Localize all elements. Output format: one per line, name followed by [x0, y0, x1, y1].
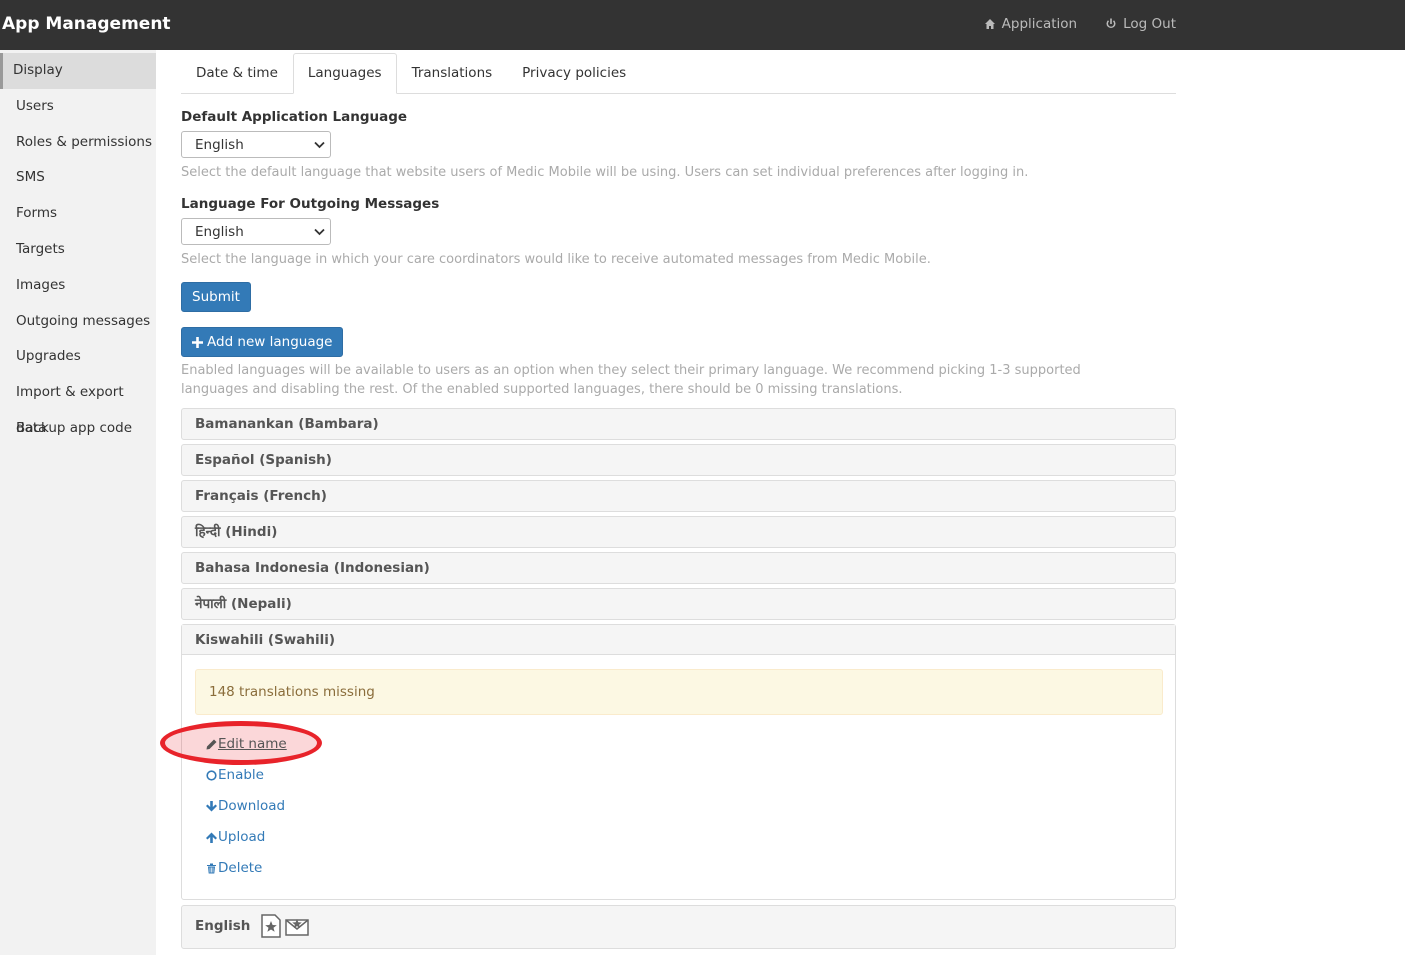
language-panel: नेपाली (Nepali): [181, 588, 1176, 620]
language-panel-header[interactable]: हिन्दी (Hindi): [182, 517, 1175, 547]
plus-icon: [192, 336, 203, 348]
language-panel-header[interactable]: Français (French): [182, 481, 1175, 511]
main-content: Date & time Languages Translations Priva…: [160, 50, 1176, 949]
default-language-help: Select the default language that website…: [181, 165, 1029, 180]
arrow-up-icon: [206, 832, 217, 843]
default-language-select[interactable]: English: [181, 131, 331, 158]
delete-label: Delete: [218, 860, 263, 876]
edit-name-link[interactable]: Edit name: [206, 736, 287, 752]
power-icon: [1106, 18, 1116, 29]
language-panel-english: English: [181, 905, 1176, 949]
sidebar-item-images[interactable]: Images: [0, 268, 156, 304]
submit-button-label: Submit: [192, 289, 240, 305]
download-label: Download: [218, 798, 286, 814]
delete-link[interactable]: Delete: [206, 860, 262, 876]
language-panel-header[interactable]: Bamanankan (Bambara): [182, 409, 1175, 439]
language-panel-swahili: Kiswahili (Swahili) 148 translations mis…: [160, 624, 1176, 900]
edit-name-label: Edit name: [218, 736, 287, 752]
sidebar: Display Users Roles & permissions SMS Fo…: [0, 50, 156, 955]
language-panel-header[interactable]: English: [182, 906, 1175, 948]
sidebar-item-backup-app-code[interactable]: Backup app code: [0, 411, 156, 447]
outgoing-language-help: Select the language in which your care c…: [181, 252, 931, 267]
enable-label: Enable: [218, 767, 264, 783]
default-language-value: English: [195, 136, 244, 153]
circle-icon: [206, 769, 217, 781]
home-icon: [984, 19, 995, 29]
upload-label: Upload: [218, 829, 266, 845]
sidebar-item-forms[interactable]: Forms: [0, 196, 156, 232]
sidebar-item-sms[interactable]: SMS: [0, 160, 156, 196]
languages-help: Enabled languages will be available to u…: [181, 363, 1081, 397]
application-link-label: Application: [1001, 16, 1078, 32]
sidebar-item-upgrades[interactable]: Upgrades: [0, 339, 156, 375]
language-panel-header[interactable]: Bahasa Indonesia (Indonesian): [182, 553, 1175, 583]
sidebar-item-import-export[interactable]: Import & export data: [0, 375, 156, 436]
sidebar-item-users[interactable]: Users: [0, 89, 156, 125]
language-panel-header[interactable]: Kiswahili (Swahili): [182, 625, 1175, 655]
sidebar-item-targets[interactable]: Targets: [0, 232, 156, 268]
add-language-button[interactable]: Add new language: [181, 327, 344, 357]
language-panel: Français (French): [181, 480, 1176, 512]
default-app-language-icon: [261, 914, 281, 938]
outgoing-language-value: English: [195, 223, 244, 240]
language-panel-header[interactable]: Español (Spanish): [182, 445, 1175, 475]
logout-link-label: Log Out: [1123, 16, 1176, 32]
language-panel: हिन्दी (Hindi): [181, 516, 1176, 548]
default-message-language-icon: [285, 919, 309, 936]
default-language-label: Default Application Language: [181, 109, 408, 125]
sidebar-item-display[interactable]: Display: [0, 53, 156, 89]
enable-link[interactable]: Enable: [206, 767, 264, 783]
language-panel-header[interactable]: नेपाली (Nepali): [182, 589, 1175, 619]
tab-translations[interactable]: Translations: [397, 53, 508, 94]
app-title: App Management: [2, 14, 171, 34]
trash-icon: [207, 863, 216, 873]
top-navbar: App Management Application Log Out: [0, 0, 1405, 50]
sidebar-item-roles-permissions[interactable]: Roles & permissions: [0, 125, 156, 161]
logout-link[interactable]: Log Out: [1105, 16, 1176, 32]
application-link[interactable]: Application: [984, 16, 1077, 32]
upload-link[interactable]: Upload: [206, 829, 265, 845]
add-language-button-label: Add new language: [207, 334, 333, 350]
tab-date-time[interactable]: Date & time: [181, 53, 293, 94]
outgoing-language-label: Language For Outgoing Messages: [181, 196, 440, 212]
submit-button[interactable]: Submit: [181, 282, 251, 312]
tab-privacy-policies[interactable]: Privacy policies: [507, 53, 641, 94]
language-panel: Español (Spanish): [181, 444, 1176, 476]
arrow-down-icon: [206, 800, 217, 811]
tab-languages[interactable]: Languages: [292, 53, 397, 94]
sidebar-item-outgoing-messages[interactable]: Outgoing messages: [0, 304, 156, 340]
language-name: English: [195, 918, 251, 934]
outgoing-language-select[interactable]: English: [181, 218, 331, 245]
chevron-down-icon: [313, 141, 325, 148]
tab-bar: Date & time Languages Translations Priva…: [181, 53, 1176, 94]
missing-translations-alert: 148 translations missing: [195, 669, 1163, 715]
pencil-icon: [206, 739, 217, 749]
chevron-down-icon: [313, 228, 325, 235]
download-link[interactable]: Download: [206, 798, 285, 814]
language-panel: Bamanankan (Bambara): [181, 408, 1176, 440]
nav-links: Application Log Out: [984, 16, 1176, 32]
language-panel: Bahasa Indonesia (Indonesian): [181, 552, 1176, 584]
